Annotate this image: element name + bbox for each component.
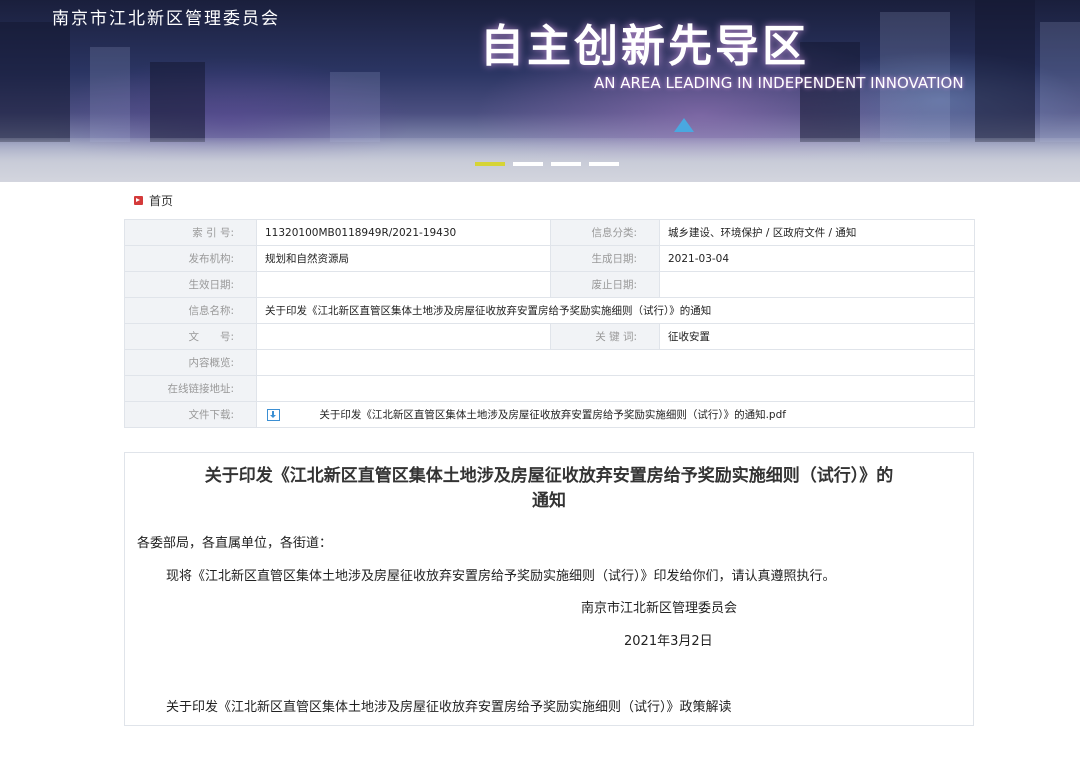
- carousel-dot-1[interactable]: [475, 162, 505, 166]
- carousel-dot-3[interactable]: [551, 162, 581, 166]
- table-row: 信息名称: 关于印发《江北新区直管区集体土地涉及房屋征收放弃安置房给予奖励实施细…: [124, 297, 975, 324]
- download-icon[interactable]: [267, 409, 280, 421]
- carousel-dot-2[interactable]: [513, 162, 543, 166]
- carousel-dot-4[interactable]: [589, 162, 619, 166]
- exp-date-value: [659, 271, 975, 298]
- summary-value: [256, 349, 975, 376]
- article-title-line-1: 关于印发《江北新区直管区集体土地涉及房屋征收放弃安置房给予奖励实施细则（试行）》…: [204, 466, 894, 486]
- exp-date-label: 废止日期:: [550, 271, 660, 298]
- table-row: 文件下载: 关于印发《江北新区直管区集体土地涉及房屋征收放弃安置房给予奖励实施细…: [124, 401, 975, 428]
- salutation: 各委部局，各直属单位，各街道：: [137, 536, 333, 551]
- table-row: 生效日期: 废止日期:: [124, 271, 975, 298]
- gen-date-value: 2021-03-04: [659, 245, 975, 272]
- category-label: 信息分类:: [550, 219, 660, 246]
- building: [1040, 22, 1080, 142]
- slogan: 自主创新先导区: [480, 21, 809, 72]
- building: [90, 47, 130, 142]
- article: 关于印发《江北新区直管区集体土地涉及房屋征收放弃安置房给予奖励实施细则（试行）》…: [124, 452, 974, 726]
- category-value: 城乡建设、环境保护 / 区政府文件 / 通知: [659, 219, 975, 246]
- link-label: 在线链接地址:: [124, 375, 257, 402]
- name-value: 关于印发《江北新区直管区集体土地涉及房屋征收放弃安置房给予奖励实施细则（试行）》…: [256, 297, 975, 324]
- index-label: 索 引 号:: [124, 219, 257, 246]
- download-cell: 关于印发《江北新区直管区集体土地涉及房屋征收放弃安置房给予奖励实施细则（试行）》…: [256, 401, 975, 428]
- ground: [0, 138, 1080, 182]
- index-value: 11320100MB0118949R/2021-19430: [256, 219, 551, 246]
- download-file-link[interactable]: 关于印发《江北新区直管区集体土地涉及房屋征收放弃安置房给予奖励实施细则（试行）》…: [319, 409, 786, 421]
- play-icon: [134, 196, 143, 205]
- table-row: 文 号: 关 键 词: 征收安置: [124, 323, 975, 350]
- summary-label: 内容概览:: [124, 349, 257, 376]
- name-label: 信息名称:: [124, 297, 257, 324]
- gen-date-label: 生成日期:: [550, 245, 660, 272]
- table-row: 在线链接地址:: [124, 375, 975, 402]
- carousel-indicators: [475, 162, 619, 166]
- building: [0, 22, 70, 142]
- site-title: 南京市江北新区管理委员会: [52, 9, 280, 29]
- org-value: 规划和自然资源局: [256, 245, 551, 272]
- table-row: 内容概览:: [124, 349, 975, 376]
- download-label: 文件下载:: [124, 401, 257, 428]
- article-title-line-2: 通知: [532, 491, 566, 511]
- doc-no-label: 文 号:: [124, 323, 257, 350]
- table-row: 发布机构: 规划和自然资源局 生成日期: 2021-03-04: [124, 245, 975, 272]
- article-title: 关于印发《江北新区直管区集体土地涉及房屋征收放弃安置房给予奖励实施细则（试行）》…: [135, 464, 963, 514]
- signature: 南京市江北新区管理委员会: [581, 601, 738, 616]
- info-table: 索 引 号: 11320100MB0118949R/2021-19430 信息分…: [124, 219, 975, 428]
- keywords-label: 关 键 词:: [550, 323, 660, 350]
- building: [975, 0, 1035, 142]
- article-body: 现将《江北新区直管区集体土地涉及房屋征收放弃安置房给予奖励实施细则（试行）》印发…: [166, 569, 836, 584]
- banner: 南京市江北新区管理委员会 自主创新先导区 AN AREA LEADING IN …: [0, 0, 1080, 182]
- policy-interpretation-link[interactable]: 关于印发《江北新区直管区集体土地涉及房屋征收放弃安置房给予奖励实施细则（试行）》…: [166, 696, 732, 715]
- building: [150, 62, 205, 142]
- slogan-english: AN AREA LEADING IN INDEPENDENT INNOVATIO…: [594, 74, 964, 92]
- breadcrumb-home-link[interactable]: 首页: [149, 192, 173, 209]
- triangle-icon: [674, 118, 694, 132]
- building: [330, 72, 380, 142]
- eff-date-value: [256, 271, 551, 298]
- table-row: 索 引 号: 11320100MB0118949R/2021-19430 信息分…: [124, 219, 975, 246]
- keywords-value: 征收安置: [659, 323, 975, 350]
- doc-no-value: [256, 323, 551, 350]
- org-label: 发布机构:: [124, 245, 257, 272]
- publish-date: 2021年3月2日: [624, 634, 713, 649]
- eff-date-label: 生效日期:: [124, 271, 257, 298]
- link-value: [256, 375, 975, 402]
- building: [800, 42, 860, 142]
- breadcrumb: 首页: [134, 192, 173, 209]
